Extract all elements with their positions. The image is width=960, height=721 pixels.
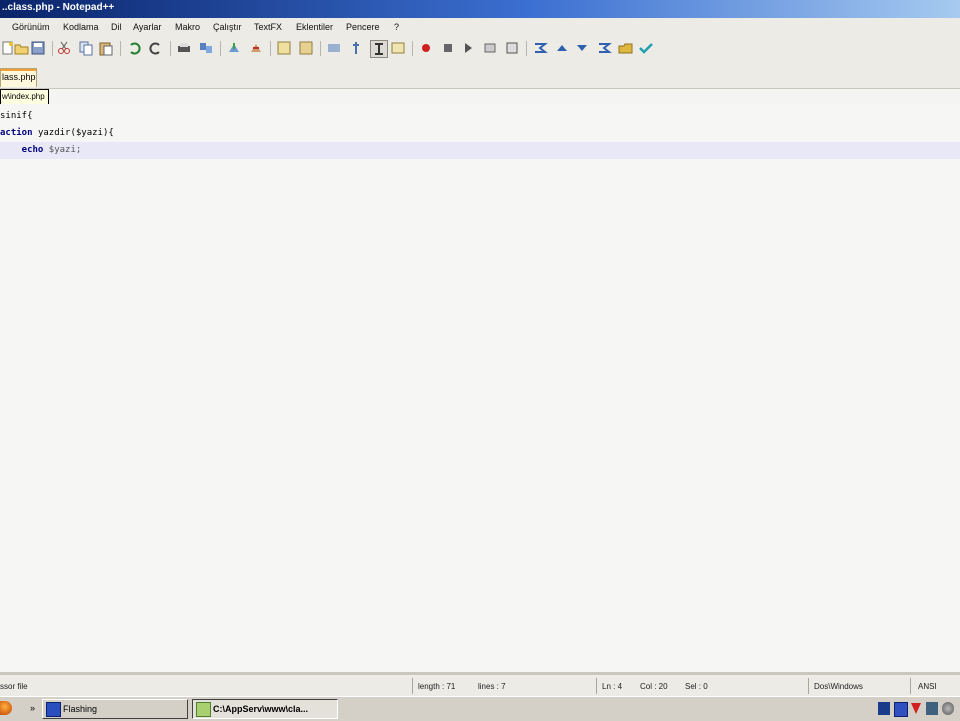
toolbar xyxy=(0,36,960,63)
show-all-chars-icon[interactable] xyxy=(326,40,342,56)
folder-icon[interactable] xyxy=(618,40,634,56)
menu-language[interactable]: Dil xyxy=(111,22,122,32)
indent-guide-icon[interactable] xyxy=(298,40,314,56)
menu-encoding[interactable]: Kodlama xyxy=(63,22,99,32)
save-macro-icon[interactable] xyxy=(504,40,520,56)
taskbar-button-label: C:\AppServ\www\cla... xyxy=(213,704,309,714)
taskbar: » Flashing C:\AppServ\www\cla... xyxy=(0,696,960,721)
copy-icon[interactable] xyxy=(78,40,94,56)
expand-icon[interactable] xyxy=(596,40,612,56)
code-line[interactable]: echo $yazi; xyxy=(0,142,960,159)
zoom-in-icon[interactable] xyxy=(226,40,242,56)
flashing-app-icon xyxy=(46,702,61,717)
status-file-type: ssor file xyxy=(0,682,28,691)
tray-antivirus-icon[interactable] xyxy=(910,702,922,715)
macro-mode-icon[interactable] xyxy=(370,40,388,58)
start-button-icon[interactable] xyxy=(0,701,12,715)
undo-icon[interactable] xyxy=(126,40,142,56)
code-token: yazdir($yazi){ xyxy=(37,128,114,138)
play-macro-icon[interactable] xyxy=(460,40,476,56)
menu-textfx[interactable]: TextFX xyxy=(254,22,282,32)
code-editor[interactable]: sinif{ action yazdir($yazi){ echo $yazi; xyxy=(0,104,960,672)
status-length: length : 71 xyxy=(418,682,456,691)
align-icon[interactable] xyxy=(348,40,364,56)
code-line[interactable]: action yazdir($yazi){ xyxy=(0,125,960,142)
record-macro-icon[interactable] xyxy=(418,40,434,56)
menu-window[interactable]: Pencere xyxy=(346,22,380,32)
code-keyword: action xyxy=(0,128,38,138)
tab-tooltip: w\index.php xyxy=(0,89,49,105)
redo-icon[interactable] xyxy=(148,40,164,56)
taskbar-button-label: Flashing xyxy=(63,704,98,714)
menu-bar: Görünüm Kodlama Dil Ayarlar Makro Çalışt… xyxy=(0,18,960,36)
quick-launch-chevron[interactable]: » xyxy=(30,703,35,713)
tab-class-php[interactable]: lass.php xyxy=(0,68,37,87)
tray-gear-icon[interactable] xyxy=(942,702,954,715)
run-macro-multiple-icon[interactable] xyxy=(482,40,498,56)
checkmark-icon[interactable] xyxy=(638,40,654,56)
tab-strip: lass.php xyxy=(0,62,960,89)
save-icon[interactable] xyxy=(30,40,46,56)
tray-tool-icon[interactable] xyxy=(926,702,938,715)
print-icon[interactable] xyxy=(176,40,192,56)
code-keyword: echo xyxy=(0,145,49,155)
status-bar: ssor file length : 71 lines : 7 Ln : 4 C… xyxy=(0,672,960,699)
menu-help[interactable]: ? xyxy=(394,22,399,32)
code-line[interactable]: sinif{ xyxy=(0,108,960,125)
status-encoding: ANSI xyxy=(918,682,937,691)
title-bar[interactable]: ..class.php - Notepad++ xyxy=(0,0,960,18)
paste-icon[interactable] xyxy=(98,40,114,56)
tray-monitor-icon[interactable] xyxy=(894,702,908,717)
status-column: Col : 20 xyxy=(640,682,668,691)
menu-macro[interactable]: Makro xyxy=(175,22,200,32)
menu-plugins[interactable]: Eklentiler xyxy=(296,22,333,32)
code-token: $yazi; xyxy=(48,145,82,155)
window-title: ..class.php - Notepad++ xyxy=(2,2,115,13)
menu-run[interactable]: Çalıştır xyxy=(213,22,242,32)
open-file-icon[interactable] xyxy=(14,40,30,56)
stop-macro-icon[interactable] xyxy=(440,40,456,56)
up-icon[interactable] xyxy=(554,40,570,56)
notepad-app-icon xyxy=(196,702,211,717)
taskbar-button-flashing[interactable]: Flashing xyxy=(42,699,188,719)
status-selection: Sel : 0 xyxy=(685,682,708,691)
menu-view[interactable]: Görünüm xyxy=(12,22,50,32)
code-token: sinif{ xyxy=(0,111,33,121)
status-eol: Dos\Windows xyxy=(814,682,863,691)
status-lines: lines : 7 xyxy=(478,682,506,691)
wrap-icon[interactable] xyxy=(276,40,292,56)
tray-network-icon[interactable] xyxy=(878,702,890,715)
status-line-number: Ln : 4 xyxy=(602,682,623,691)
menu-settings[interactable]: Ayarlar xyxy=(133,22,161,32)
system-tray xyxy=(876,699,960,719)
cut-icon[interactable] xyxy=(56,40,72,56)
zoom-out-icon[interactable] xyxy=(248,40,264,56)
collapse-icon[interactable] xyxy=(532,40,548,56)
find-icon[interactable] xyxy=(198,40,214,56)
taskbar-button-notepad[interactable]: C:\AppServ\www\cla... xyxy=(192,699,338,719)
down-icon[interactable] xyxy=(574,40,590,56)
panel-icon[interactable] xyxy=(390,40,406,56)
